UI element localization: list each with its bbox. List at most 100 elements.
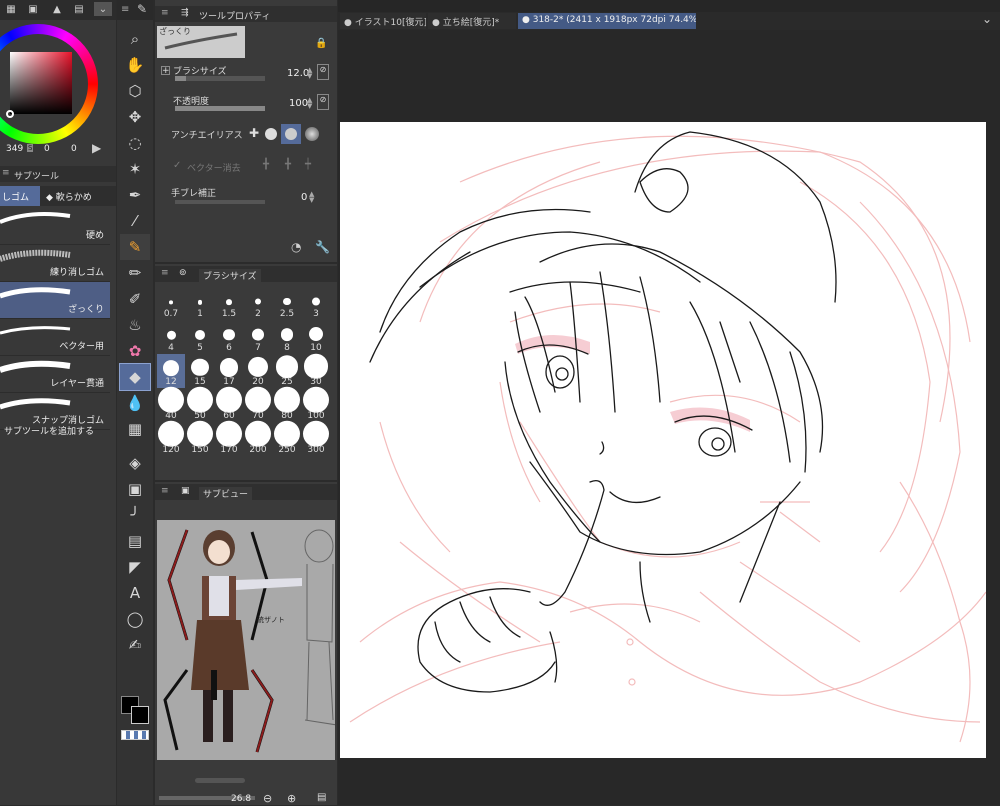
pressure-icon[interactable]: ⊘ [317,64,329,80]
eraser-icon[interactable]: ◆ [119,363,151,391]
subtool-item-hard[interactable]: 硬め [0,208,110,245]
vector-erase-mode-3-icon[interactable]: ┿ [305,159,311,170]
tool-property-menu-icon[interactable]: ≡ [161,8,169,18]
brush-size-cell[interactable]: 2 [244,286,272,320]
brush-size-value[interactable]: 12.0 [287,68,309,79]
pen-icon[interactable]: ✎ [120,234,150,260]
gradient-icon[interactable]: ▣ [120,476,150,502]
subtool-item-through-layer[interactable]: レイヤー貫通 [0,356,110,393]
airbrush-icon[interactable]: ♨ [120,312,150,338]
canvas-tab-1[interactable]: ● イラスト10[復元] [340,13,426,29]
brush-size-cell[interactable]: 6 [215,320,243,354]
lock-icon[interactable]: 🔒 [315,38,327,49]
canvas-tab-3[interactable]: ● 318-2* (2411 x 1918px 72dpi 74.4%) [518,13,696,29]
eyedropper-icon[interactable]: ⁄ [120,208,150,234]
opacity-pressure-icon[interactable]: ⊘ [317,94,329,110]
brush-size-cell[interactable]: 300 [302,420,330,456]
canvas-area[interactable] [338,30,1000,805]
brush-size-cell[interactable]: 60 [215,386,243,422]
sub-view-options-icon[interactable]: ▤ [317,792,326,803]
brush-size-cell[interactable]: 1.5 [215,286,243,320]
brush-size-cell[interactable]: 10 [302,320,330,354]
brush-size-spinner[interactable]: ▲ ▼ [307,67,312,80]
fill-grid-icon[interactable]: ▦ [120,416,150,442]
sub-view-scrollbar[interactable] [195,778,245,783]
brush-size-cell[interactable]: 170 [215,420,243,456]
stabilize-slider[interactable] [175,200,265,204]
sub-view-image[interactable]: 統ザノト [157,520,335,760]
stabilize-value[interactable]: 0 [301,192,307,203]
brush-tool-icon[interactable]: ✐ [120,286,150,312]
sub-view-zoom-value[interactable]: 26.8 [231,794,251,804]
brush-size-cell[interactable]: 15 [186,354,214,388]
saturation-square[interactable] [10,52,72,114]
brush-size-cell[interactable]: 0.7 [157,286,185,320]
brush-preset-preview[interactable]: ざっくり [157,26,245,58]
hand-icon[interactable]: ✋ [120,52,150,78]
opacity-spinner[interactable]: ▲ ▼ [307,97,312,110]
brush-size-cell[interactable]: 200 [244,420,272,456]
vector-erase-mode-1-icon[interactable]: ╋ [263,159,269,170]
brush-size-cell[interactable]: 80 [273,386,301,422]
antialias-none-icon[interactable]: ✚ [249,126,263,140]
subtool-item-kneaded[interactable]: 練り消しゴム [0,245,110,282]
subtool-tab-soft[interactable]: ◆ 軟らかめ [42,186,114,206]
ruler-icon[interactable]: ◤ [120,554,150,580]
subtool-item-rough[interactable]: ざっくり [0,282,110,319]
brush-size-cell[interactable]: 50 [186,386,214,422]
panel-menu-chevron-icon[interactable]: ⌄ [94,2,112,16]
rotate-icon[interactable]: ⬡ [120,78,150,104]
grid-icon[interactable]: ▤ [72,2,86,16]
subtool-item-vector[interactable]: ベクター用 [0,319,110,356]
brush-size-slider[interactable] [175,76,265,81]
zoom-out-icon[interactable]: ⊖ [263,792,272,805]
subtool-menu-icon[interactable]: ≡ [2,168,10,178]
sub-view-menu-icon[interactable]: ≡ [161,486,169,496]
color-picker-handle[interactable] [6,110,14,118]
subtool-tab-eraser[interactable]: しゴム [0,186,40,206]
transparent-color-swatch[interactable] [121,730,149,740]
move-icon[interactable]: ✥ [120,104,150,130]
correct-line-icon[interactable]: ✍ [120,632,150,658]
canvas[interactable] [340,122,986,758]
expand-icon[interactable]: + [161,66,170,76]
sub-color-swatch[interactable] [131,706,149,724]
brush-size-cell[interactable]: 40 [157,386,185,422]
canvas-tab-2[interactable]: ● 立ち絵[復元]* [428,13,516,29]
blend-icon[interactable]: 💧 [120,390,150,416]
antialias-weak-icon[interactable] [265,128,277,140]
zoom-in-icon[interactable]: ⊕ [287,792,296,805]
color-mode-icon[interactable]: ▶ [92,141,101,155]
brush-size-cell[interactable]: 1 [186,286,214,320]
color-set-icon[interactable]: ▦ [4,2,18,16]
magnifier-icon[interactable]: ⌕ [120,26,150,52]
brush-size-menu-icon[interactable]: ≡ [161,268,169,278]
brush-size-cell[interactable]: 30 [302,353,330,388]
opacity-slider[interactable] [175,106,265,111]
vector-erase-checkbox[interactable]: ✓ [173,160,181,171]
brush-size-cell[interactable]: 5 [186,320,214,354]
figure-icon[interactable]: ╯ [120,502,150,528]
frame-icon[interactable]: ▤ [120,528,150,554]
brush-size-cell[interactable]: 2.5 [273,286,301,320]
brush-size-cell[interactable]: 250 [273,420,301,456]
brush-size-cell[interactable]: 12 [157,354,185,388]
brush-size-cell[interactable]: 100 [302,386,330,422]
text-icon[interactable]: A [120,580,150,606]
pencil-icon[interactable]: ✏ [120,260,150,286]
antialias-strong-icon[interactable] [305,127,319,141]
brush-size-cell[interactable]: 20 [244,354,272,388]
landscape-icon[interactable]: ▲ [50,2,64,16]
fill-icon[interactable]: ◈ [120,450,150,476]
tool-menu-icon[interactable]: ≡ [121,4,129,15]
brush-size-cell[interactable]: 7 [244,320,272,354]
tab-list-chevron-icon[interactable]: ⌄ [982,12,992,26]
pen-nib-icon[interactable]: ✒ [120,182,150,208]
vector-erase-mode-2-icon[interactable]: ╋ [285,159,291,170]
balloon-icon[interactable]: ◯ [120,606,150,632]
image-icon[interactable]: ▣ [26,2,40,16]
brush-size-cell[interactable]: 25 [273,354,301,388]
antialias-medium-icon[interactable] [281,124,301,144]
lasso-icon[interactable]: ◌ [120,130,150,156]
add-subtool-button[interactable]: サブツールを追加する [4,424,94,437]
